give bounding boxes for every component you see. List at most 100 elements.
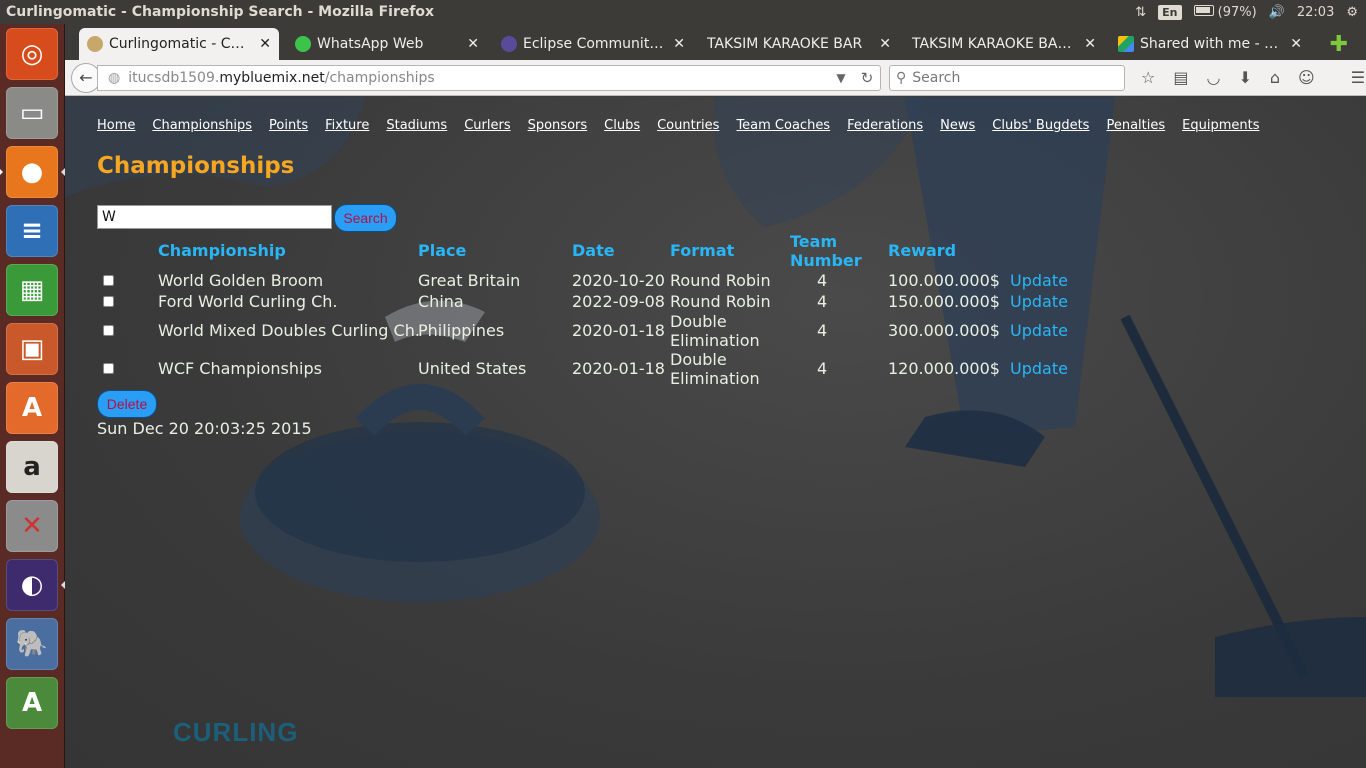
url-bar[interactable]: ◍ itucsdb1509.mybluemix.net/championship… <box>97 64 881 91</box>
row-select-checkbox[interactable] <box>103 275 114 286</box>
software-center-icon[interactable]: A <box>6 382 58 434</box>
cell-team-number: 4 <box>817 359 828 378</box>
clock[interactable]: 22:03 <box>1297 5 1334 20</box>
row-select-checkbox[interactable] <box>103 325 114 336</box>
cell-format-line2: Elimination <box>670 331 760 350</box>
cell-place: Philippines <box>418 321 505 340</box>
nav-link-clubs[interactable]: Clubs <box>604 118 640 133</box>
settings-gear-icon[interactable]: ⚙ <box>1346 5 1358 20</box>
tab-label: WhatsApp Web <box>317 36 424 52</box>
bookmark-star-icon[interactable]: ☆ <box>1141 68 1155 87</box>
nav-link-sponsors[interactable]: Sponsors <box>528 118 588 133</box>
update-link[interactable]: Update <box>1010 271 1068 290</box>
close-icon[interactable]: ✕ <box>673 36 685 52</box>
update-manager-icon[interactable]: A <box>6 677 58 729</box>
search-button[interactable]: Search <box>334 204 397 232</box>
tab-label: Shared with me - Go… <box>1140 36 1285 52</box>
row-select-checkbox[interactable] <box>103 363 114 374</box>
tab-taksim-2[interactable]: TAKSIM KARAOKE BAR… ✕ <box>904 28 1104 60</box>
nav-link-clubs-budgets[interactable]: Clubs' Bugdets <box>992 118 1089 133</box>
home-icon[interactable]: ⌂ <box>1270 68 1280 87</box>
close-icon[interactable]: ✕ <box>259 36 271 52</box>
volume-icon[interactable]: 🔊 <box>1269 5 1285 20</box>
cell-championship: World Mixed Doubles Curling Ch. <box>158 321 420 340</box>
close-icon[interactable]: ✕ <box>879 36 891 52</box>
nav-link-countries[interactable]: Countries <box>657 118 719 133</box>
libreoffice-writer-icon[interactable]: ≡ <box>6 205 58 257</box>
nav-link-championships[interactable]: Championships <box>152 118 252 133</box>
cell-format: Round Robin <box>670 292 771 311</box>
eclipse-icon[interactable]: ◐ <box>6 559 65 611</box>
tab-label: TAKSIM KARAOKE BAR <box>707 36 863 52</box>
tab-whatsapp[interactable]: WhatsApp Web ✕ <box>287 28 487 60</box>
nav-link-stadiums[interactable]: Stadiums <box>386 118 447 133</box>
reload-icon[interactable]: ↻ <box>854 69 880 87</box>
nav-link-news[interactable]: News <box>940 118 975 133</box>
libreoffice-calc-icon[interactable]: ▦ <box>6 264 58 316</box>
cell-team-number: 4 <box>817 271 828 290</box>
nav-link-fixture[interactable]: Fixture <box>325 118 369 133</box>
nav-link-home[interactable]: Home <box>97 118 135 133</box>
update-link[interactable]: Update <box>1010 292 1068 311</box>
pocket-icon[interactable]: ◡ <box>1206 68 1220 87</box>
close-icon[interactable]: ✕ <box>1290 36 1302 52</box>
cell-championship: WCF Championships <box>158 359 322 378</box>
cell-format-line2: Elimination <box>670 369 760 388</box>
nav-link-penalties[interactable]: Penalties <box>1106 118 1165 133</box>
postgresql-icon[interactable]: 🐘 <box>6 618 58 670</box>
system-settings-icon[interactable]: ✕ <box>6 500 58 552</box>
page-title: Championships <box>97 153 295 179</box>
web-page: Home Championships Points Fixture Stadiu… <box>65 97 1366 768</box>
cell-reward: 150.000.000$ <box>888 292 1000 311</box>
nav-link-curlers[interactable]: Curlers <box>464 118 510 133</box>
close-icon[interactable]: ✕ <box>467 36 479 52</box>
new-tab-icon[interactable]: ✚ <box>1330 32 1348 57</box>
amazon-icon[interactable]: a <box>6 441 58 493</box>
firefox-icon[interactable]: ● <box>0 146 65 198</box>
server-timestamp: Sun Dec 20 20:03:25 2015 <box>97 419 312 438</box>
tab-taksim-1[interactable]: TAKSIM KARAOKE BAR ✕ <box>699 28 899 60</box>
search-icon: ⚲ <box>896 69 907 86</box>
url-path: /championships <box>324 69 435 86</box>
row-select-checkbox[interactable] <box>103 296 114 307</box>
battery-percent: (97%) <box>1217 4 1257 20</box>
nav-link-points[interactable]: Points <box>269 118 308 133</box>
championship-search-input[interactable] <box>97 205 332 229</box>
battery-indicator[interactable]: (97%) <box>1193 4 1257 20</box>
update-link[interactable]: Update <box>1010 359 1068 378</box>
ubuntu-dash-icon[interactable]: ◎ <box>6 28 58 80</box>
cell-format-line1: Double <box>670 350 727 369</box>
hello-chat-icon[interactable]: ☺ <box>1298 68 1315 87</box>
tab-label: TAKSIM KARAOKE BAR… <box>912 36 1079 52</box>
cell-date: 2020-01-18 <box>572 321 665 340</box>
site-navigation: Home Championships Points Fixture Stadiu… <box>97 118 1276 133</box>
tab-curlingomatic[interactable]: Curlingomatic - Cha… ✕ <box>79 28 279 60</box>
system-indicators: ⇅ En (97%) 🔊 22:03 ⚙ <box>1135 4 1366 20</box>
nav-link-equipments[interactable]: Equipments <box>1182 118 1259 133</box>
cell-format: Round Robin <box>670 271 771 290</box>
files-icon[interactable]: ▭ <box>6 87 58 139</box>
tab-google-drive[interactable]: Shared with me - Go… ✕ <box>1110 28 1310 60</box>
browser-search-bar[interactable]: ⚲ Search <box>889 64 1125 91</box>
tab-eclipse-community[interactable]: Eclipse Community … ✕ <box>493 28 693 60</box>
libreoffice-impress-icon[interactable]: ▣ <box>6 323 58 375</box>
eclipse-icon <box>501 36 517 52</box>
download-icon[interactable]: ⬇ <box>1238 68 1251 87</box>
column-header-date: Date <box>572 241 615 260</box>
nav-link-team-coaches[interactable]: Team Coaches <box>736 118 830 133</box>
network-icon[interactable]: ⇅ <box>1135 5 1146 20</box>
keyboard-language-indicator[interactable]: En <box>1158 4 1182 20</box>
column-header-championship: Championship <box>158 241 286 260</box>
nav-link-federations[interactable]: Federations <box>847 118 923 133</box>
url-dropdown-icon[interactable]: ▼ <box>828 71 854 85</box>
whatsapp-icon <box>295 36 311 52</box>
close-icon[interactable]: ✕ <box>1084 36 1096 52</box>
menu-hamburger-icon[interactable]: ☰ <box>1351 68 1365 87</box>
update-link[interactable]: Update <box>1010 321 1068 340</box>
os-top-panel: Curlingomatic - Championship Search - Mo… <box>0 0 1366 24</box>
cell-date: 2022-09-08 <box>572 292 665 311</box>
delete-button[interactable]: Delete <box>97 390 157 418</box>
search-placeholder: Search <box>912 69 961 86</box>
reading-list-icon[interactable]: ▤ <box>1173 68 1188 87</box>
unity-launcher: ◎ ▭ ● ≡ ▦ ▣ A a ✕ ◐ 🐘 A <box>0 24 65 768</box>
